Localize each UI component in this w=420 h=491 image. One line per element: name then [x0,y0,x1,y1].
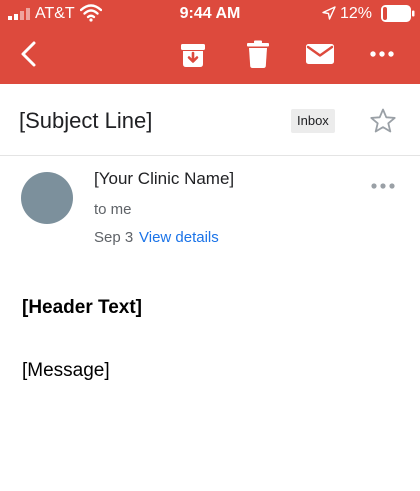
mail-icon [306,44,334,64]
message-header-text: [Header Text] [22,297,143,318]
sender-avatar[interactable] [21,172,73,224]
inbox-label[interactable]: Inbox [291,109,335,133]
archive-icon [181,44,205,67]
header-divider [0,155,420,156]
more-button[interactable] [368,45,396,63]
email-subject: [Subject Line] [19,108,153,133]
delete-button[interactable] [244,39,272,69]
archive-button[interactable] [178,40,208,70]
back-button[interactable] [16,40,40,68]
app-bar: AT&T 9:44 AM 12% [0,0,420,84]
view-details-link[interactable]: View details [139,229,219,246]
more-icon [370,51,394,57]
battery-icon [381,5,415,22]
sender-name: [Your Clinic Name] [94,169,235,188]
star-icon[interactable] [369,107,397,135]
message-body: [Message] [22,360,110,381]
battery-percentage: 12% [340,5,373,22]
location-arrow-icon [322,6,336,20]
message-more-icon[interactable] [370,180,396,192]
trash-icon [247,40,269,68]
mark-unread-button[interactable] [304,41,336,67]
recipient-text: to me [94,201,132,218]
status-bar: AT&T 9:44 AM 12% [0,0,420,28]
email-date: Sep 3 [94,229,134,246]
